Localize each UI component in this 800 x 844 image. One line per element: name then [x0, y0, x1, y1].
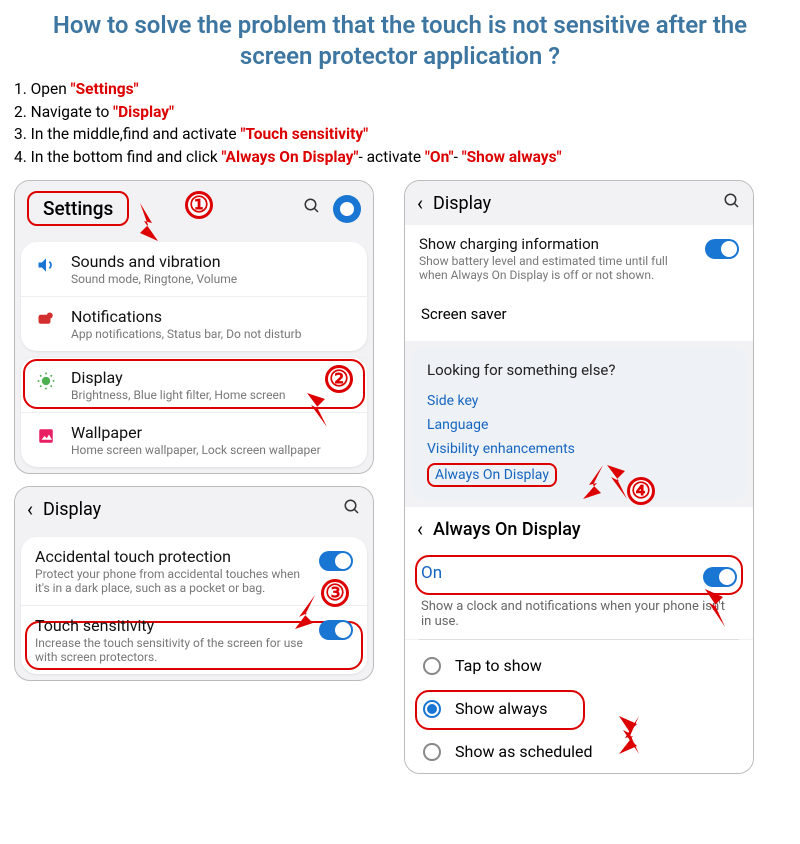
radio-show-always[interactable]: Show always: [405, 687, 753, 730]
display-screenshot: ‹ Display Accidental touch protectionPro…: [14, 486, 374, 681]
charging-toggle[interactable]: [705, 239, 739, 259]
radio-tap-to-show[interactable]: Tap to show: [405, 644, 753, 687]
search-icon[interactable]: [303, 197, 321, 220]
callout-4: ④: [627, 477, 655, 505]
aod-on-toggle[interactable]: [703, 567, 737, 587]
radio-icon: [423, 657, 441, 675]
callout-1: ①: [185, 191, 213, 219]
accidental-touch-toggle[interactable]: [319, 551, 353, 571]
sound-icon: [35, 254, 57, 276]
back-icon[interactable]: ‹: [417, 517, 423, 541]
display-extended-screenshot: ‹ Display Show charging informationShow …: [404, 180, 754, 774]
settings-item-notifications[interactable]: NotificationsApp notifications, Status b…: [21, 296, 367, 351]
back-icon[interactable]: ‹: [417, 191, 423, 215]
avatar[interactable]: [333, 195, 361, 223]
instructions: 1. Open "Settings" 2. Navigate to "Displ…: [0, 76, 800, 170]
settings-title: Settings: [27, 191, 129, 226]
link-always-on-display[interactable]: Always On Display: [435, 467, 549, 483]
screen-saver-row[interactable]: Screen saver: [405, 292, 753, 335]
looking-for-header: Looking for something else?: [427, 361, 731, 379]
radio-icon: [423, 743, 441, 761]
radio-show-scheduled[interactable]: Show as scheduled: [405, 730, 753, 773]
accidental-touch-row[interactable]: Accidental touch protectionProtect your …: [21, 537, 367, 605]
display-header: Display: [433, 193, 491, 214]
back-icon[interactable]: ‹: [27, 497, 33, 521]
link-visibility[interactable]: Visibility enhancements: [427, 437, 731, 461]
link-side-key[interactable]: Side key: [427, 389, 731, 413]
callout-2: ②: [325, 365, 353, 393]
settings-screenshot: Settings ① Sounds and vibrationSound mod…: [14, 180, 374, 474]
callout-3: ③: [321, 579, 349, 607]
touch-sensitivity-toggle[interactable]: [319, 620, 353, 640]
settings-item-sounds[interactable]: Sounds and vibrationSound mode, Ringtone…: [21, 242, 367, 296]
aod-header: Always On Display: [433, 519, 581, 540]
link-language[interactable]: Language: [427, 413, 731, 437]
display-icon: [35, 370, 57, 392]
touch-sensitivity-row[interactable]: Touch sensitivityIncrease the touch sens…: [21, 605, 367, 674]
search-icon[interactable]: [723, 192, 741, 215]
charging-info-row[interactable]: Show charging informationShow battery le…: [405, 225, 753, 292]
page-title: How to solve the problem that the touch …: [0, 0, 800, 76]
radio-icon: [423, 700, 441, 718]
wallpaper-icon: [35, 425, 57, 447]
display-header: Display: [43, 499, 101, 520]
search-icon[interactable]: [343, 498, 361, 521]
notification-icon: [35, 309, 57, 331]
